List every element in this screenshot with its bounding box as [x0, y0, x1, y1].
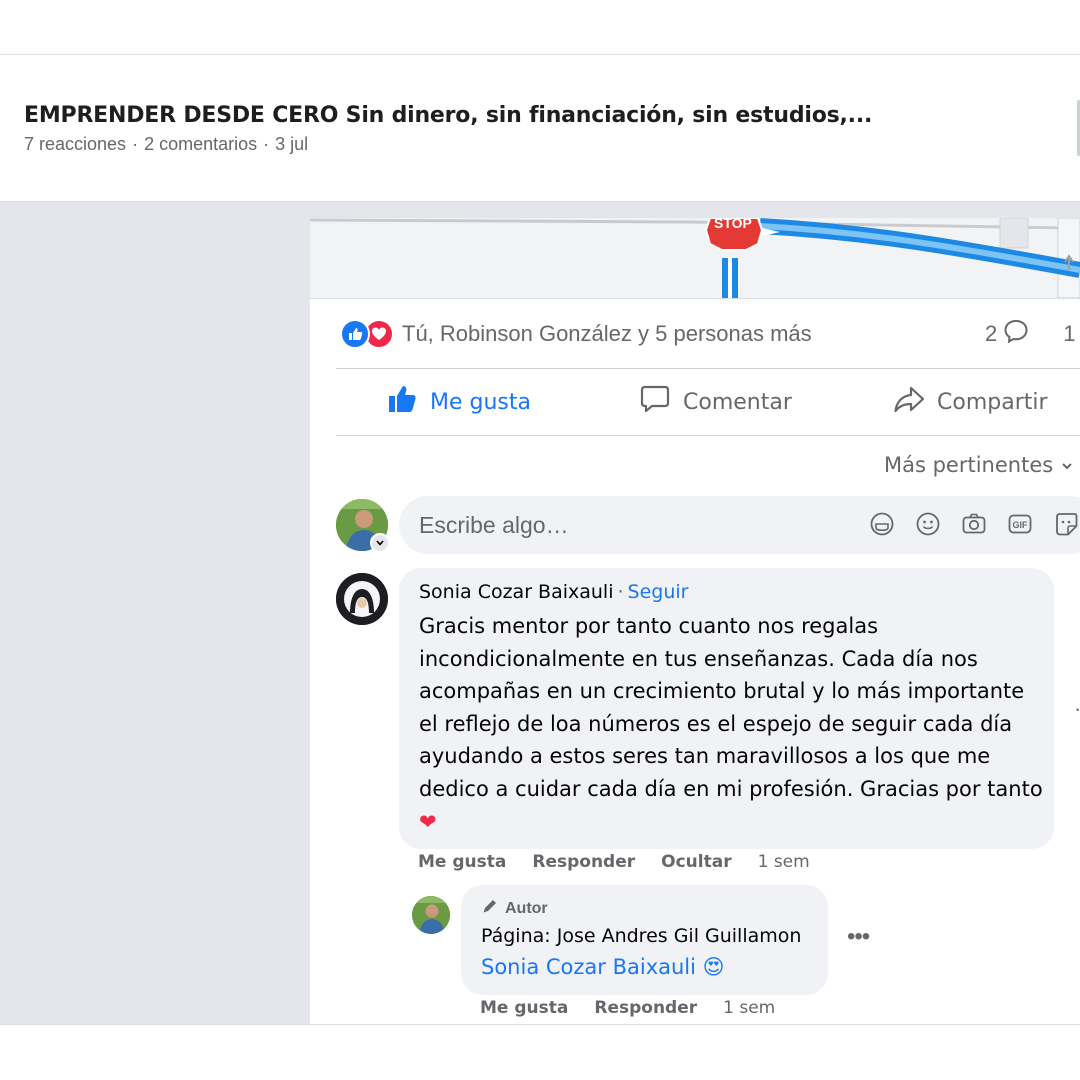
sort-label: Más pertinentes [884, 453, 1054, 477]
image-divider [310, 298, 1080, 299]
post-date[interactable]: 3 jul [275, 134, 308, 154]
share-count-number: 1 [1063, 321, 1076, 346]
reply-like-link[interactable]: Me gusta [480, 998, 568, 1018]
reply-more-options-icon[interactable]: ••• [847, 923, 870, 951]
reply-author-name[interactable]: Página: Jose Andres Gil Guillamon [481, 925, 801, 947]
post-card: STOP Tú, Robinson González y 5 personas … [310, 218, 1080, 1024]
composer-icons: GIF [869, 511, 1079, 537]
heart-eyes-emoji: 😍 [702, 955, 725, 979]
reply-timestamp[interactable]: 1 sem [723, 998, 775, 1018]
comment-timestamp[interactable]: 1 sem [758, 852, 810, 872]
comment-sort-dropdown[interactable]: Más pertinentes [884, 453, 1073, 477]
comment-button-label: Comentar [683, 389, 792, 415]
comment-more-icon[interactable]: · [1074, 696, 1080, 722]
comment-icon [639, 383, 671, 421]
share-button[interactable]: Compartir [893, 369, 1048, 435]
author-badge-label: Autor [505, 899, 548, 917]
thumbs-up-icon [386, 383, 418, 421]
comment-text: Gracis mentor por tanto cuanto nos regal… [419, 610, 1044, 838]
reply-reply-link[interactable]: Responder [594, 998, 697, 1018]
share-icon [893, 383, 925, 421]
post-header [0, 55, 1080, 201]
avatar-sticker-icon[interactable] [1053, 511, 1079, 537]
reply-text: Sonia Cozar Baixauli 😍 [481, 955, 725, 979]
meta-separator: · [132, 134, 139, 154]
chevron-down-icon [1061, 453, 1073, 477]
bottom-area [0, 1024, 1080, 1080]
comment-actions: Me gusta Responder Ocultar 1 sem [418, 852, 810, 872]
reactors-text: Tú, Robinson González y 5 personas más [402, 321, 812, 346]
reply-bubble: Autor Página: Jose Andres Gil Guillamon … [461, 885, 828, 995]
comment-button[interactable]: Comentar [639, 369, 792, 435]
reply-mention-link[interactable]: Sonia Cozar Baixauli [481, 955, 696, 979]
emoji-icon[interactable] [915, 511, 941, 537]
actions-bottom-divider [336, 435, 1080, 436]
comment-bubble-icon [1003, 318, 1029, 350]
like-reaction-icon [340, 319, 370, 349]
comment-count-number: 2 [985, 321, 998, 346]
heart-emoji: ❤ [419, 809, 437, 834]
reactions-count[interactable]: 7 reacciones [24, 134, 126, 154]
sticker-icon[interactable] [869, 511, 895, 537]
pencil-icon [481, 897, 499, 920]
post-image[interactable]: STOP [310, 218, 1080, 298]
post-actions-bar: Me gusta Comentar Compartir [336, 369, 1080, 435]
engagement-counts[interactable]: 2 1 [985, 319, 1080, 349]
reply-author-avatar[interactable] [412, 896, 450, 934]
camera-icon[interactable] [961, 511, 987, 537]
comment-reply-link[interactable]: Responder [532, 852, 635, 872]
post-title[interactable]: EMPRENDER DESDE CERO Sin dinero, sin fin… [24, 103, 872, 128]
comment-text-content: Gracis mentor por tanto cuanto nos regal… [419, 614, 1043, 801]
gif-icon[interactable]: GIF [1007, 511, 1033, 537]
road-diagram-graphic [310, 218, 1080, 298]
comment-hide-link[interactable]: Ocultar [661, 852, 731, 872]
comments-count[interactable]: 2 comentarios [144, 134, 257, 154]
share-button-label: Compartir [937, 389, 1048, 415]
post-meta: 7 reacciones · 2 comentarios · 3 jul [24, 134, 308, 155]
comment-bubble: Sonia Cozar Baixauli · Seguir Gracis mento… [399, 568, 1054, 849]
comment-author-line: Sonia Cozar Baixauli · Seguir [419, 581, 689, 603]
reply-actions: Me gusta Responder 1 sem [480, 998, 775, 1018]
stop-sign-text: STOP [714, 218, 752, 231]
comment-composer[interactable]: GIF [399, 496, 1080, 554]
comment-input[interactable] [419, 496, 839, 554]
commenter-avatar[interactable] [336, 573, 388, 625]
like-button-label: Me gusta [430, 389, 531, 415]
author-badge: Autor [481, 897, 548, 920]
comment-author-name[interactable]: Sonia Cozar Baixauli [419, 581, 614, 603]
comment-like-link[interactable]: Me gusta [418, 852, 506, 872]
account-switch-icon[interactable] [370, 533, 390, 553]
meta-separator: · [263, 134, 270, 154]
svg-text:GIF: GIF [1013, 520, 1029, 530]
reaction-summary[interactable]: Tú, Robinson González y 5 personas más [340, 319, 812, 349]
like-button[interactable]: Me gusta [386, 369, 531, 435]
author-separator: · [617, 581, 624, 603]
follow-button[interactable]: Seguir [628, 581, 689, 603]
